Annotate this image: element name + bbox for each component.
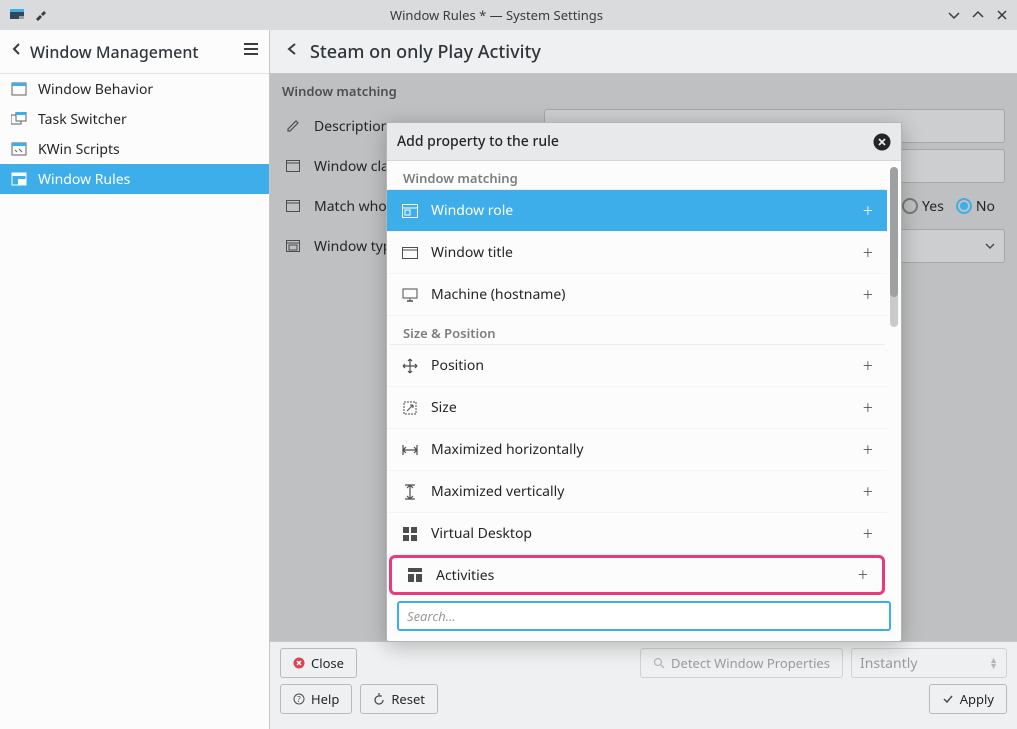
sidebar-title: Window Management (30, 41, 237, 63)
hamburger-icon[interactable] (243, 42, 259, 61)
resize-icon (401, 401, 419, 415)
window-types-icon (282, 240, 304, 252)
popup-section-matching: Window matching (389, 161, 885, 190)
activities-icon (406, 568, 424, 582)
plus-icon: + (863, 438, 873, 462)
popup-item-activities[interactable]: Activities + (389, 555, 885, 595)
radio-no[interactable]: No (956, 197, 995, 216)
plus-icon: + (863, 241, 873, 265)
page-title: Steam on only Play Activity (310, 40, 541, 64)
add-property-popup: Add property to the rule Window matching… (386, 122, 902, 642)
popup-item-window-role[interactable]: Window role + (387, 190, 887, 232)
reset-button[interactable]: Reset (360, 684, 438, 714)
popup-item-label: Size (431, 398, 851, 417)
max-vertical-icon (401, 484, 419, 500)
bottom-bar: Close Detect Window Properties Instantly… (270, 641, 1017, 729)
window-title: Window Rules * — System Settings (46, 6, 947, 24)
popup-item-label: Position (431, 356, 851, 375)
chevron-down-icon (984, 240, 996, 252)
radio-yes[interactable]: Yes (902, 197, 944, 216)
window-title-icon (401, 247, 419, 259)
max-horizontal-icon (401, 444, 419, 456)
plus-icon: + (863, 480, 873, 504)
sidebar-item-kwin-scripts[interactable]: KWin Scripts (0, 134, 269, 164)
back-icon[interactable] (10, 42, 24, 61)
popup-item-window-title[interactable]: Window title + (387, 232, 887, 274)
sidebar-item-window-rules[interactable]: Window Rules (0, 164, 269, 194)
task-switcher-icon (10, 110, 28, 128)
close-circle-icon (293, 657, 305, 669)
window-icon (282, 200, 304, 212)
back-icon[interactable] (284, 41, 300, 62)
sidebar-item-label: Window Rules (38, 170, 130, 189)
spin-arrows-icon: ▲▼ (989, 657, 998, 669)
plus-icon: + (863, 283, 873, 307)
titlebar: Window Rules * — System Settings (0, 0, 1017, 30)
popup-item-virtual-desktop[interactable]: Virtual Desktop + (387, 513, 887, 555)
svg-text:?: ? (297, 694, 301, 705)
pin-icon[interactable] (34, 9, 46, 21)
help-button[interactable]: ? Help (280, 684, 352, 714)
maximize-icon[interactable] (971, 8, 985, 22)
section-window-matching: Window matching (270, 74, 1017, 106)
help-icon: ? (293, 693, 305, 705)
popup-item-label: Maximized horizontally (431, 440, 851, 459)
popup-item-max-horizontal[interactable]: Maximized horizontally + (387, 429, 887, 471)
sidebar-item-label: KWin Scripts (38, 140, 120, 159)
popup-item-label: Machine (hostname) (431, 285, 851, 304)
scrollbar[interactable] (890, 167, 898, 327)
plus-icon: + (863, 199, 873, 223)
popup-item-max-vertical[interactable]: Maximized vertically + (387, 471, 887, 513)
popup-item-label: Window title (431, 243, 851, 262)
plus-icon: + (863, 522, 873, 546)
window-icon (282, 160, 304, 172)
apply-button[interactable]: Apply (929, 684, 1007, 714)
popup-section-size: Size & Position (389, 316, 885, 345)
delay-spinbox: Instantly ▲▼ (851, 648, 1007, 678)
sidebar-item-label: Task Switcher (38, 110, 127, 129)
popup-item-position[interactable]: Position + (387, 345, 887, 387)
app-icon (8, 6, 26, 24)
popup-header: Add property to the rule (387, 123, 901, 161)
plus-icon: + (863, 354, 873, 378)
detect-button: Detect Window Properties (640, 648, 843, 678)
popup-search-input[interactable] (397, 601, 891, 631)
plus-icon: + (858, 563, 868, 587)
scripts-icon (10, 140, 28, 158)
window-icon (10, 80, 28, 98)
popup-close-icon[interactable] (873, 133, 891, 151)
sidebar-header: Window Management (0, 30, 269, 74)
check-icon (942, 693, 954, 705)
minimize-icon[interactable] (947, 8, 961, 22)
plus-icon: + (863, 396, 873, 420)
sidebar-item-window-behavior[interactable]: Window Behavior (0, 74, 269, 104)
popup-item-machine[interactable]: Machine (hostname) + (387, 274, 887, 316)
virtual-desktop-icon (401, 527, 419, 541)
window-rules-icon (10, 170, 28, 188)
close-button[interactable]: Close (280, 648, 357, 678)
sidebar-item-label: Window Behavior (38, 80, 153, 99)
machine-icon (401, 288, 419, 302)
popup-item-label: Virtual Desktop (431, 524, 851, 543)
sidebar-item-task-switcher[interactable]: Task Switcher (0, 104, 269, 134)
close-icon[interactable] (995, 8, 1009, 22)
sidebar: Window Management Window Behavior Task S… (0, 30, 270, 729)
move-icon (401, 358, 419, 374)
undo-icon (373, 693, 385, 705)
popup-item-label: Maximized vertically (431, 482, 851, 501)
page-header: Steam on only Play Activity (270, 30, 1017, 74)
popup-body: Window matching Window role + Window tit… (387, 161, 901, 595)
edit-icon (282, 119, 304, 133)
popup-title: Add property to the rule (397, 132, 873, 151)
search-icon (653, 657, 665, 669)
popup-item-size[interactable]: Size + (387, 387, 887, 429)
window-role-icon (401, 204, 419, 218)
popup-item-label: Activities (436, 566, 846, 585)
popup-item-label: Window role (431, 201, 851, 220)
